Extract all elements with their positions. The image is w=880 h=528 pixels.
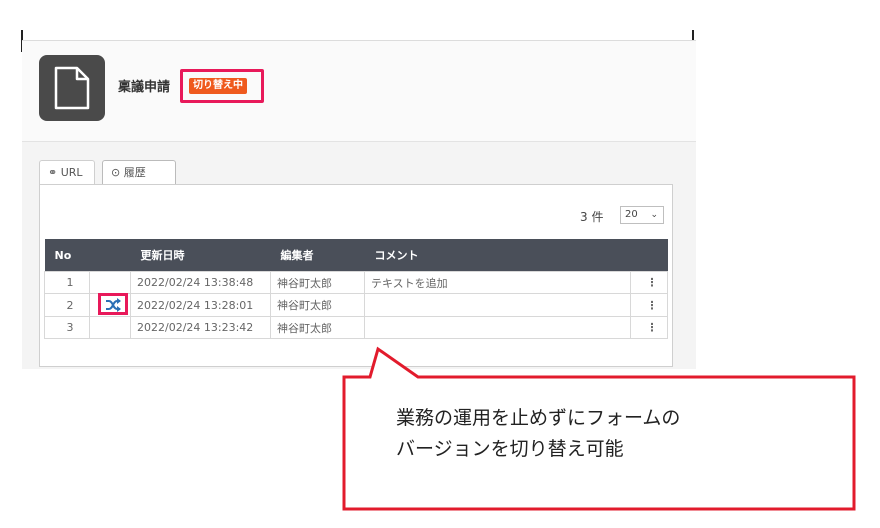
form-title: 稟議申請 (118, 80, 171, 95)
table-row[interactable]: 3 2022/02/24 13:23:42 神谷町太郎 ⋮ (44, 316, 668, 339)
column-header-comment: コメント (364, 239, 631, 272)
row-number: 3 (44, 316, 90, 339)
link-icon: ⚭ (48, 166, 58, 179)
row-number: 2 (44, 293, 90, 317)
badge-highlight-frame: 切り替え中 (180, 69, 264, 103)
form-header: 稟議申請 切り替え中 (22, 41, 696, 142)
column-header-icon (89, 239, 131, 272)
per-page-value: 20 (625, 209, 638, 220)
row-editor: 神谷町太郎 (270, 293, 365, 317)
history-table: No 更新日時 編集者 コメント 1 2022/02/24 13:38:48 神… (44, 239, 668, 339)
tab-history[interactable]: ⊙ 履歴 (102, 160, 176, 184)
callout-text: 業務の運用を止めずにフォームの バージョンを切り替え可能 (396, 403, 836, 465)
row-icon-cell (89, 293, 131, 317)
table-header-row: No 更新日時 編集者 コメント (44, 239, 668, 272)
column-header-date: 更新日時 (130, 239, 271, 272)
callout-line-2: バージョンを切り替え可能 (396, 438, 624, 460)
row-comment (364, 293, 631, 317)
chevron-down-icon: ⌄ (650, 210, 658, 220)
switching-badge: 切り替え中 (189, 78, 247, 94)
column-header-no: No (44, 239, 90, 272)
tab-url-label: URL (60, 166, 83, 179)
row-comment (364, 316, 631, 339)
kebab-menu-icon[interactable]: ⋮ (630, 293, 668, 317)
shuffle-icon (106, 298, 121, 312)
row-date: 2022/02/24 13:23:42 (130, 316, 271, 339)
row-editor: 神谷町太郎 (270, 316, 365, 339)
row-number: 1 (44, 271, 90, 294)
tab-url[interactable]: ⚭ URL (39, 160, 95, 184)
row-icon-cell (89, 316, 131, 339)
tab-history-label: 履歴 (123, 166, 146, 179)
row-date: 2022/02/24 13:28:01 (130, 293, 271, 317)
clock-icon: ⊙ (111, 166, 121, 179)
column-header-editor: 編集者 (270, 239, 365, 272)
column-header-menu (630, 239, 668, 272)
table-row[interactable]: 1 2022/02/24 13:38:48 神谷町太郎 テキストを追加 ⋮ (44, 271, 668, 294)
per-page-select[interactable]: 20 ⌄ (620, 206, 664, 224)
kebab-menu-icon[interactable]: ⋮ (630, 271, 668, 294)
form-detail-panel: 稟議申請 切り替え中 ⚭ URL ⊙ 履歴 3 件 20 ⌄ No 更新日時 編… (22, 40, 696, 369)
record-count: 3 件 (580, 210, 604, 224)
row-editor: 神谷町太郎 (270, 271, 365, 294)
callout-line-1: 業務の運用を止めずにフォームの (396, 407, 681, 429)
current-version-highlight (98, 293, 128, 315)
row-icon-cell (89, 271, 131, 294)
document-icon (39, 55, 105, 121)
row-comment: テキストを追加 (364, 271, 631, 294)
table-row[interactable]: 2 2022/02/24 13:28:01 神谷町太郎 ⋮ (44, 293, 668, 317)
row-date: 2022/02/24 13:38:48 (130, 271, 271, 294)
kebab-menu-icon[interactable]: ⋮ (630, 316, 668, 339)
